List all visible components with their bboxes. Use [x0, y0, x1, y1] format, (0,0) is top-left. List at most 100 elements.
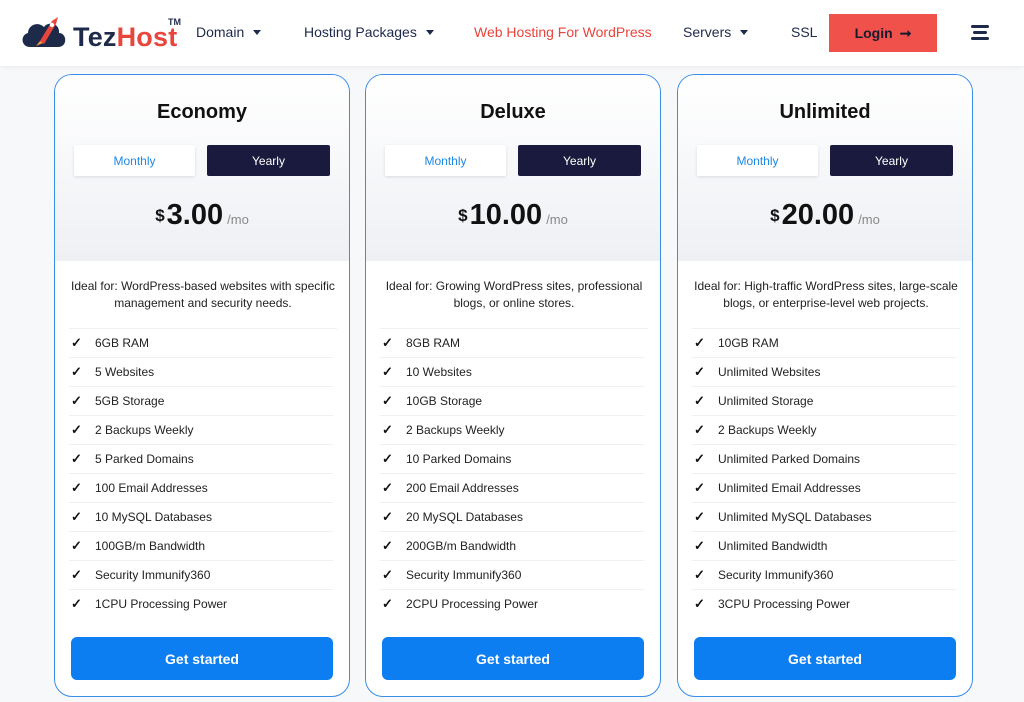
feature-item: ✓ Security Immunify360 — [692, 561, 956, 590]
pricing-card-unlimited: Unlimited Monthly Yearly $20.00/mo Ideal… — [677, 74, 973, 697]
billing-monthly-toggle[interactable]: Monthly — [74, 145, 195, 176]
get-started-button[interactable]: Get started — [71, 637, 333, 680]
checkmark-icon: ✓ — [382, 567, 393, 582]
site-header: TezHost TM Domain Hosting Packages Web H… — [0, 0, 1024, 66]
checkmark-icon: ✓ — [382, 422, 393, 437]
billing-monthly-toggle[interactable]: Monthly — [385, 145, 506, 176]
billing-yearly-toggle[interactable]: Yearly — [518, 145, 641, 176]
feature-item: ✓ 1CPU Processing Power — [69, 590, 333, 619]
checkmark-icon: ✓ — [71, 567, 82, 582]
brand-name: TezHost — [73, 22, 178, 52]
checkmark-icon: ✓ — [71, 596, 82, 611]
feature-item: ✓ 100GB/m Bandwidth — [69, 532, 333, 561]
checkmark-icon: ✓ — [71, 335, 82, 350]
nav-ssl[interactable]: SSL — [791, 23, 817, 41]
feature-item: ✓ 10GB Storage — [380, 387, 644, 416]
checkmark-icon: ✓ — [694, 480, 705, 495]
billing-yearly-toggle[interactable]: Yearly — [830, 145, 953, 176]
feature-item: ✓ 5 Parked Domains — [69, 445, 333, 474]
pricing-card-economy: Economy Monthly Yearly $3.00/mo Ideal fo… — [54, 74, 350, 697]
feature-item: ✓ 6GB RAM — [69, 329, 333, 358]
feature-item: ✓ Unlimited Email Addresses — [692, 474, 956, 503]
checkmark-icon: ✓ — [71, 393, 82, 408]
nav-domain[interactable]: Domain — [196, 23, 262, 41]
plan-description: Ideal for: WordPress-based websites with… — [71, 279, 335, 310]
feature-item: ✓ Unlimited Bandwidth — [692, 532, 956, 561]
get-started-button[interactable]: Get started — [694, 637, 956, 680]
plan-price: $3.00/mo — [155, 199, 249, 231]
feature-item: ✓ Security Immunify360 — [380, 561, 644, 590]
checkmark-icon: ✓ — [71, 480, 82, 495]
feature-item: ✓ 5GB Storage — [69, 387, 333, 416]
feature-item: ✓ 20 MySQL Databases — [380, 503, 644, 532]
feature-item: ✓ 10GB RAM — [692, 329, 956, 358]
trademark-symbol: TM — [168, 17, 181, 27]
checkmark-icon: ✓ — [382, 393, 393, 408]
checkmark-icon: ✓ — [694, 335, 705, 350]
checkmark-icon: ✓ — [71, 509, 82, 524]
hamburger-menu-icon[interactable] — [969, 22, 991, 44]
plan-description: Ideal for: Growing WordPress sites, prof… — [385, 279, 643, 310]
feature-item: ✓ 100 Email Addresses — [69, 474, 333, 503]
feature-item: ✓ Unlimited MySQL Databases — [692, 503, 956, 532]
billing-monthly-toggle[interactable]: Monthly — [697, 145, 818, 176]
feature-item: ✓ Unlimited Websites — [692, 358, 956, 387]
checkmark-icon: ✓ — [694, 393, 705, 408]
plan-name: Economy — [156, 101, 248, 123]
feature-item: ✓ 10 MySQL Databases — [69, 503, 333, 532]
checkmark-icon: ✓ — [694, 509, 705, 524]
checkmark-icon: ✓ — [694, 364, 705, 379]
checkmark-icon: ✓ — [694, 596, 705, 611]
feature-list: ✓ 8GB RAM ✓ 10 Websites ✓ 10GB Storage ✓ 2 B… — [380, 329, 644, 619]
feature-list: ✓ 6GB RAM ✓ 5 Websites ✓ 5GB Storage ✓ 2 Bac… — [69, 329, 333, 619]
chevron-down-icon — [425, 29, 434, 35]
feature-item: ✓ 2CPU Processing Power — [380, 590, 644, 619]
feature-item: ✓ 10 Parked Domains — [380, 445, 644, 474]
chevron-down-icon — [253, 29, 262, 35]
checkmark-icon: ✓ — [382, 538, 393, 553]
feature-item: ✓ 200GB/m Bandwidth — [380, 532, 644, 561]
checkmark-icon: ✓ — [382, 596, 393, 611]
plan-name: Unlimited — [779, 101, 871, 123]
get-started-button[interactable]: Get started — [382, 637, 644, 680]
plan-price: $20.00/mo — [770, 199, 880, 231]
feature-item: ✓ Unlimited Storage — [692, 387, 956, 416]
login-label: Login — [854, 25, 893, 41]
feature-item: ✓ 5 Websites — [69, 358, 333, 387]
plan-name: Deluxe — [480, 101, 546, 123]
checkmark-icon: ✓ — [71, 422, 82, 437]
arrow-right-icon: ➞ — [899, 24, 912, 41]
login-button[interactable]: Login ➞ — [829, 14, 937, 52]
brand-logo[interactable]: TezHost TM — [18, 13, 183, 53]
feature-item: ✓ 3CPU Processing Power — [692, 590, 956, 619]
plan-description: Ideal for: High-traffic WordPress sites,… — [694, 279, 958, 310]
checkmark-icon: ✓ — [694, 567, 705, 582]
nav-servers[interactable]: Servers — [683, 23, 749, 41]
billing-yearly-toggle[interactable]: Yearly — [207, 145, 330, 176]
feature-item: ✓ Unlimited Parked Domains — [692, 445, 956, 474]
chevron-down-icon — [740, 29, 749, 35]
rocket-cloud-icon — [22, 17, 66, 47]
nav-hosting-packages[interactable]: Hosting Packages — [304, 23, 434, 41]
checkmark-icon: ✓ — [694, 451, 705, 466]
checkmark-icon: ✓ — [71, 538, 82, 553]
feature-list: ✓ 10GB RAM ✓ Unlimited Websites ✓ Unlimited… — [692, 329, 956, 619]
nav-web-hosting-wordpress[interactable]: Web Hosting For WordPress — [474, 23, 652, 41]
checkmark-icon: ✓ — [694, 538, 705, 553]
checkmark-icon: ✓ — [71, 451, 82, 466]
feature-item: ✓ 200 Email Addresses — [380, 474, 644, 503]
feature-item: ✓ 2 Backups Weekly — [69, 416, 333, 445]
pricing-card-deluxe: Deluxe Monthly Yearly $10.00/mo Ideal fo… — [365, 74, 661, 697]
plan-price: $10.00/mo — [458, 199, 568, 231]
feature-item: ✓ Security Immunify360 — [69, 561, 333, 590]
checkmark-icon: ✓ — [382, 335, 393, 350]
feature-item: ✓ 2 Backups Weekly — [380, 416, 644, 445]
checkmark-icon: ✓ — [382, 451, 393, 466]
checkmark-icon: ✓ — [694, 422, 705, 437]
checkmark-icon: ✓ — [71, 364, 82, 379]
checkmark-icon: ✓ — [382, 509, 393, 524]
feature-item: ✓ 10 Websites — [380, 358, 644, 387]
checkmark-icon: ✓ — [382, 480, 393, 495]
checkmark-icon: ✓ — [382, 364, 393, 379]
feature-item: ✓ 8GB RAM — [380, 329, 644, 358]
